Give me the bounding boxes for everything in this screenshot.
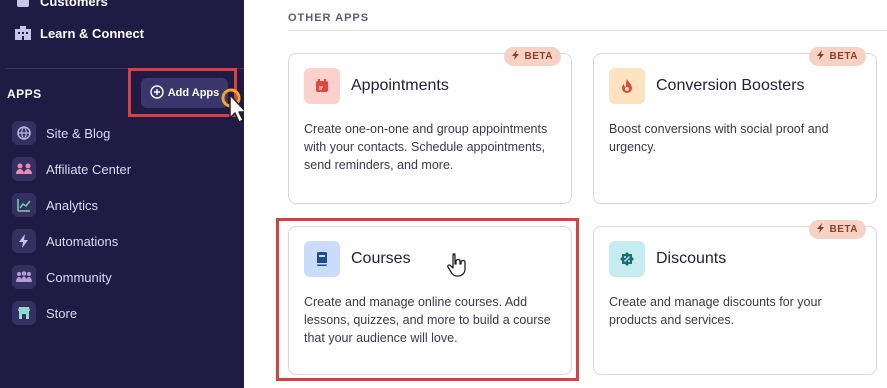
customers-icon — [14, 0, 32, 10]
sidebar-item-store[interactable]: Store — [12, 301, 77, 325]
sidebar: Customers Learn & Connect APPS Add Apps … — [0, 0, 247, 388]
sidebar-item-label: Learn & Connect — [40, 25, 145, 41]
discount-badge-icon — [609, 241, 645, 277]
add-apps-button[interactable]: Add Apps — [141, 78, 228, 108]
sidebar-item-label: Community — [46, 269, 112, 285]
app-card-appointments[interactable]: BETA Appointments Create one-on-one and … — [288, 47, 572, 204]
app-card-discounts[interactable]: BETA Discounts Create and manage discoun… — [593, 220, 877, 375]
sidebar-item-label: Affiliate Center — [46, 161, 132, 177]
apps-section-label: APPS — [7, 87, 42, 101]
sidebar-item-label: Analytics — [46, 197, 99, 213]
add-apps-label: Add Apps — [167, 87, 220, 99]
beta-label: BETA — [829, 51, 858, 62]
calendar-icon — [304, 68, 340, 104]
store-icon — [12, 301, 36, 325]
section-title: OTHER APPS — [288, 12, 370, 24]
lightning-icon — [816, 223, 825, 236]
beta-label: BETA — [829, 224, 858, 235]
app-description: Create and manage discounts for your pro… — [609, 295, 822, 327]
beta-badge: BETA — [808, 220, 866, 239]
sidebar-item-learn-connect[interactable]: Learn & Connect — [14, 24, 144, 42]
sidebar-item-site-blog[interactable]: Site & Blog — [12, 121, 110, 145]
plus-circle-icon — [150, 84, 164, 102]
sidebar-item-label: Site & Blog — [46, 125, 111, 141]
sidebar-item-affiliate-center[interactable]: Affiliate Center — [12, 157, 131, 181]
lightning-icon — [511, 50, 520, 63]
sidebar-item-automations[interactable]: Automations — [12, 229, 118, 253]
beta-label: BETA — [524, 51, 553, 62]
section-divider — [288, 30, 887, 31]
app-description: Create one-on-one and group appointments… — [304, 122, 548, 172]
beta-badge: BETA — [808, 47, 866, 66]
building-icon — [14, 24, 32, 42]
sidebar-item-analytics[interactable]: Analytics — [12, 193, 98, 217]
globe-icon — [12, 121, 36, 145]
sidebar-item-label: Customers — [40, 0, 108, 9]
app-name: Discounts — [656, 250, 727, 267]
lightning-icon — [12, 229, 36, 253]
sidebar-item-customers[interactable]: Customers — [14, 0, 108, 10]
hand-pointer-icon — [446, 252, 468, 283]
beta-badge: BETA — [503, 47, 561, 66]
app-card-conversion-boosters[interactable]: BETA Conversion Boosters Boost conversio… — [593, 47, 877, 204]
app-name: Appointments — [351, 77, 449, 94]
app-name: Conversion Boosters — [656, 77, 805, 94]
handshake-icon — [12, 157, 36, 181]
people-icon — [12, 265, 36, 289]
sidebar-item-community[interactable]: Community — [12, 265, 112, 289]
app-description: Boost conversions with social proof and … — [609, 122, 829, 154]
sidebar-item-label: Store — [46, 305, 78, 321]
flame-icon — [609, 68, 645, 104]
sidebar-item-label: Automations — [46, 233, 119, 249]
courses-highlight — [276, 218, 579, 381]
chart-icon — [12, 193, 36, 217]
lightning-icon — [816, 50, 825, 63]
